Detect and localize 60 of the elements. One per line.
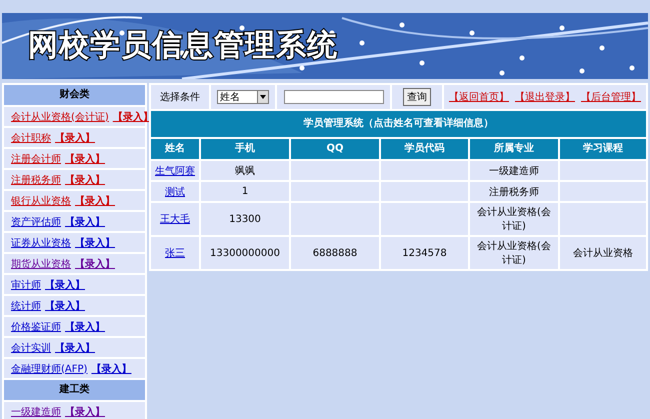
- enter-link[interactable]: 【录入】: [65, 172, 105, 186]
- table-caption: 学员管理系统（点击姓名可查看详细信息）: [151, 111, 646, 137]
- search-field[interactable]: [284, 90, 384, 104]
- enter-link[interactable]: 【录入】: [91, 362, 132, 376]
- enter-link[interactable]: 【录入】: [45, 278, 85, 292]
- column-header: 学习课程: [560, 139, 646, 159]
- course-link[interactable]: 证券从业资格: [11, 236, 71, 250]
- section-heading: 建工类: [4, 380, 145, 400]
- enter-link[interactable]: 【录入】: [65, 320, 105, 334]
- condition-select[interactable]: 姓名: [217, 90, 269, 104]
- course-link[interactable]: 价格鉴证师: [11, 320, 61, 334]
- column-header: 手机: [201, 139, 289, 159]
- table-cell: 6888888: [291, 237, 379, 269]
- table-cell: 飒飒: [201, 161, 289, 180]
- table-cell: 13300000000: [201, 237, 289, 269]
- student-link[interactable]: 王大毛: [160, 212, 190, 226]
- course-link[interactable]: 会计实训: [11, 340, 51, 354]
- student-link[interactable]: 测试: [165, 184, 185, 198]
- course-link[interactable]: 注册会计师: [11, 152, 61, 166]
- table-cell: 会计从业资格: [560, 237, 646, 269]
- enter-link[interactable]: 【录入】: [65, 214, 105, 228]
- course-link[interactable]: 会计职称: [11, 130, 51, 144]
- enter-link[interactable]: 【录入】: [75, 256, 115, 270]
- nav-link[interactable]: 【退出登录】: [515, 90, 575, 104]
- nav-link[interactable]: 【后台管理】: [581, 90, 641, 104]
- column-header: 所属专业: [470, 139, 558, 159]
- table-cell: 1: [201, 182, 289, 201]
- course-link[interactable]: 资产评估师: [11, 214, 61, 228]
- course-link[interactable]: 会计从业资格(会计证): [11, 110, 109, 124]
- enter-link[interactable]: 【录入】: [75, 236, 115, 250]
- filter-label: 选择条件: [160, 90, 200, 104]
- student-link[interactable]: 生气阿赛: [155, 164, 195, 178]
- course-link[interactable]: 金融理财师(AFP): [11, 362, 88, 376]
- column-header: QQ: [291, 139, 379, 159]
- section-heading: 财会类: [4, 85, 145, 105]
- enter-link[interactable]: 【录入】: [45, 298, 85, 312]
- course-link[interactable]: 统计师: [11, 298, 41, 312]
- enter-link[interactable]: 【录入】: [65, 152, 105, 166]
- enter-link[interactable]: 【录入】: [55, 130, 95, 144]
- table-cell: 注册税务师: [470, 182, 558, 201]
- table-cell: 一级建造师: [470, 161, 558, 180]
- course-link[interactable]: 一级建造师: [11, 404, 61, 418]
- course-link[interactable]: 期货从业资格: [11, 256, 71, 270]
- course-link[interactable]: 注册税务师: [11, 172, 61, 186]
- table-cell: 1234578: [381, 237, 468, 269]
- table-cell: 13300: [201, 203, 289, 235]
- table-cell: 会计从业资格(会计证): [470, 203, 558, 235]
- nav-link[interactable]: 【返回首页】: [449, 90, 509, 104]
- course-link[interactable]: 审计师: [11, 278, 41, 292]
- column-header: 姓名: [151, 139, 199, 159]
- table-cell: 会计从业资格(会计证): [470, 237, 558, 269]
- course-link[interactable]: 银行从业资格: [11, 194, 71, 208]
- column-header: 学员代码: [381, 139, 468, 159]
- search-button[interactable]: 查询: [403, 88, 431, 106]
- enter-link[interactable]: 【录入】: [55, 340, 95, 354]
- app-title: 网校学员信息管理系统: [28, 27, 338, 65]
- enter-link[interactable]: 【录入】: [112, 110, 153, 124]
- student-link[interactable]: 张三: [165, 246, 185, 260]
- enter-link[interactable]: 【录入】: [75, 194, 115, 208]
- enter-link[interactable]: 【录入】: [65, 404, 105, 418]
